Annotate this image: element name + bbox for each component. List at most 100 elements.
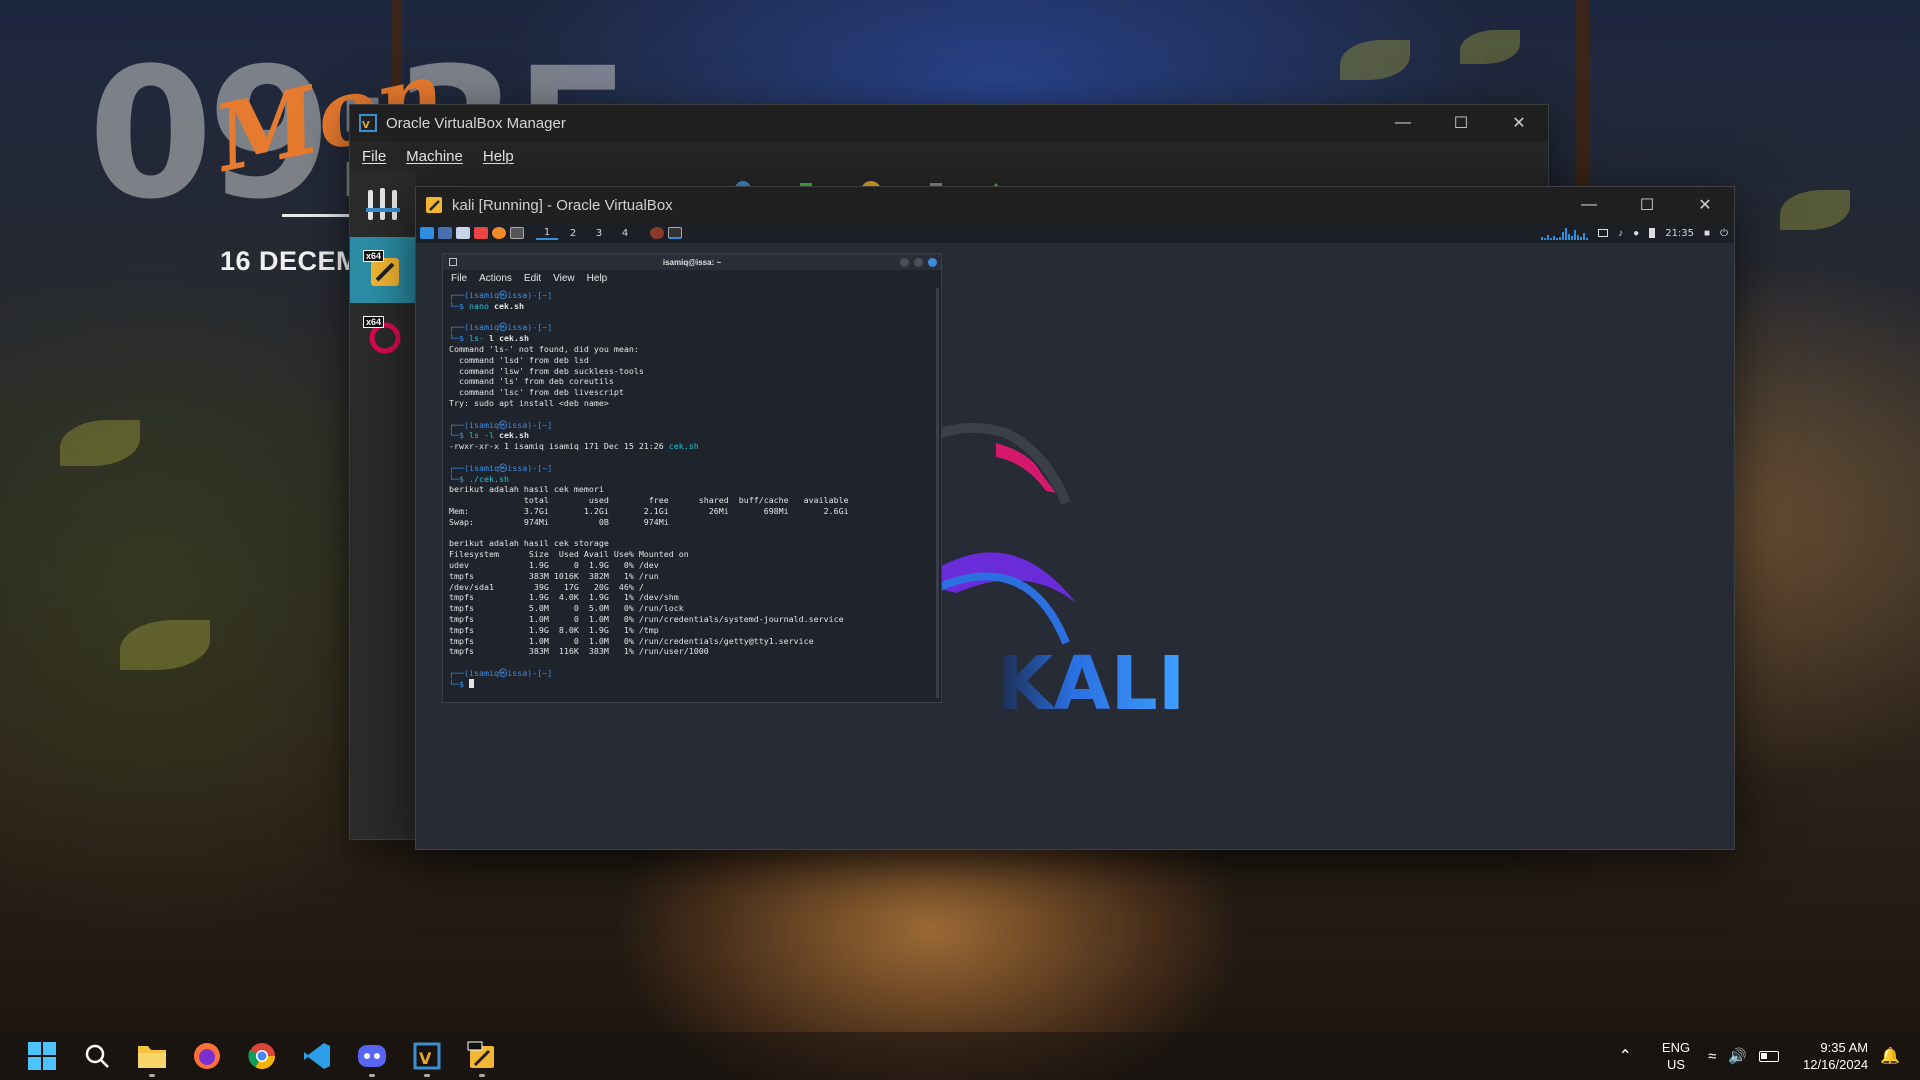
close-button[interactable]: ✕ [1490,105,1548,141]
lock-icon[interactable]: ■ [1704,228,1710,239]
terminal-line: └─$ ./cek.sh [449,474,935,485]
terminal-line: tmpfs 383M 116K 383M 1% /run/user/1000 [449,646,935,657]
terminal-output-text: Try: sudo apt install <deb name> [449,397,609,408]
terminal-output-text: Swap: 974Mi 0B 974Mi [449,516,669,527]
terminal-line: Try: sudo apt install <deb name> [449,398,935,409]
show-hidden-icons-chevron-icon[interactable]: ⌃ [1619,1046,1632,1066]
desktop-clock-date: 16 DECEM [220,246,360,276]
taskbar-virtualbox-vm[interactable] [460,1034,504,1078]
terminal-output-text: Filesystem Size Used Avail Use% Mounted … [449,549,689,560]
taskbar-vscode[interactable] [295,1034,339,1078]
wallpaper-leaf [1340,40,1410,80]
show-desktop-icon[interactable] [438,227,452,239]
terminal-line: command 'lsc' from deb livescript [449,387,935,398]
power-icon[interactable]: ⏻ [1720,228,1728,239]
workspace-2[interactable]: 2 [562,228,584,239]
taskbar-chrome[interactable] [240,1034,284,1078]
taskbar-virtualbox-manager[interactable]: V [405,1034,449,1078]
menu-bar: File Machine Help [350,141,1548,171]
file-manager-icon[interactable] [456,227,470,239]
terminal-menu-edit[interactable]: Edit [524,273,541,284]
volume-icon[interactable]: 🔊 [1728,1047,1747,1065]
terminal-line: ┌──(isamiq㉿issa)-[~] [449,290,935,301]
clock-date[interactable]: 9:35 AM 12/16/2024 [1803,1039,1868,1073]
battery-icon[interactable] [1649,228,1656,238]
title-bar[interactable]: kali [Running] - Oracle VirtualBox — ☐ ✕ [416,187,1734,223]
wallpaper-leaf [60,420,140,466]
terminal-line: Command 'ls-' not found, did you mean: [449,344,935,355]
menu-file[interactable]: File [362,148,386,165]
language-indicator[interactable]: ENG US [1662,1039,1690,1073]
terminal-prompt: ┌──(isamiq㉿issa)-[~] [449,419,553,430]
taskbar-file-explorer[interactable] [130,1034,174,1078]
terminal-menu-view[interactable]: View [553,273,575,284]
title-bar[interactable]: V Oracle VirtualBox Manager — ☐ ✕ [350,105,1548,141]
workspace-4[interactable]: 4 [614,228,636,239]
terminal-menu-help[interactable]: Help [587,273,608,284]
panel-clock[interactable]: 21:35 [1665,228,1694,239]
terminal-command-args: cek.sh [488,300,524,311]
terminal-output-text: udev 1.9G 0 1.9G 0% /dev [449,559,659,570]
terminal-window[interactable]: isamiq@issa: ~ File Actions Edit View He… [442,253,942,703]
terminal-command: ls- [468,333,484,344]
display-icon[interactable] [1598,229,1609,237]
taskbar-firefox-icon[interactable] [650,227,664,239]
taskbar-terminal-icon[interactable] [668,227,682,239]
search-button[interactable] [75,1034,119,1078]
vm-list-sidebar: x64 x64 [350,171,416,839]
terminal-line: command 'lsd' from deb lsd [449,355,935,366]
firefox-icon[interactable] [492,227,506,239]
maximize-button[interactable]: ☐ [1432,105,1490,141]
terminal-output-text: /dev/sda1 39G 17G 20G 46% / [449,581,644,592]
terminal-output-text: -rwxr-xr-x 1 isamiq isamiq 171 Dec 15 21… [449,441,669,452]
terminal-menu-file[interactable]: File [451,273,467,284]
workspace-3[interactable]: 3 [588,228,610,239]
terminal-command-args: cek.sh [493,430,529,441]
terminal-line: Filesystem Size Used Avail Use% Mounted … [449,549,935,560]
menu-help[interactable]: Help [483,148,514,165]
minimize-button[interactable]: — [1374,105,1432,141]
terminal-title: isamiq@issa: ~ [662,257,722,267]
terminal-title-bar[interactable]: isamiq@issa: ~ [443,254,941,270]
kali-vm-window[interactable]: kali [Running] - Oracle VirtualBox — ☐ ✕… [415,186,1735,850]
terminal-output-text: command 'lsw' from deb suckless-tools [449,365,644,376]
text-editor-icon[interactable] [474,227,488,239]
terminal-prompt: ┌──(isamiq㉿issa)-[~] [449,667,553,678]
arch-label: x64 [363,250,385,262]
taskbar-firefox[interactable] [185,1034,229,1078]
desktop-clock-divider [282,214,352,217]
menu-machine[interactable]: Machine [406,148,463,165]
wifi-icon[interactable]: ≈ [1708,1048,1716,1065]
start-button[interactable] [20,1034,64,1078]
workspace-1[interactable]: 1 [536,227,558,240]
guest-screen[interactable]: 1 2 3 4 ♪ ● 21:35 ■ ⏻ KALI isamiq@issa: … [416,223,1734,849]
wallpaper-leaf [1460,30,1520,64]
terminal-scrollbar[interactable] [936,288,939,698]
vm-item-debian[interactable]: x64 [350,303,416,369]
terminal-launcher-icon[interactable] [510,227,524,239]
maximize-button[interactable]: ☐ [1618,187,1676,223]
terminal-cursor[interactable] [468,678,474,688]
battery-icon[interactable] [1759,1050,1779,1062]
terminal-line: udev 1.9G 0 1.9G 0% /dev [449,560,935,571]
taskbar-discord[interactable] [350,1034,394,1078]
notification-bell-icon[interactable]: 🔔 [1880,1046,1900,1066]
terminal-output-text: Mem: 3.7Gi 1.2Gi 2.1Gi 26Mi 698Mi 2.6Gi [449,505,849,516]
volume-icon[interactable]: ♪ [1618,228,1623,239]
terminal-line: tmpfs 5.0M 0 5.0M 0% /run/lock [449,603,935,614]
close-button[interactable]: ✕ [1676,187,1734,223]
running-indicator [479,1074,485,1077]
notification-bell-icon[interactable]: ● [1633,228,1639,239]
tools-item[interactable] [350,171,416,237]
terminal-output-text: tmpfs 383M 1016K 382M 1% /run [449,570,659,581]
terminal-menu-actions[interactable]: Actions [479,273,512,284]
terminal-output[interactable]: ┌──(isamiq㉿issa)-[~] └─$ nano cek.sh ┌──(… [443,286,941,704]
keyboard-layout: US [1666,1057,1686,1072]
vm-item-kali[interactable]: x64 [350,237,416,303]
kali-menu-icon[interactable] [420,227,434,239]
minimize-button[interactable]: — [1560,187,1618,223]
arch-label: x64 [363,316,385,328]
terminal-prompt-symbol: └─$ [449,473,469,484]
terminal-prompt-symbol: └─$ [449,678,469,689]
